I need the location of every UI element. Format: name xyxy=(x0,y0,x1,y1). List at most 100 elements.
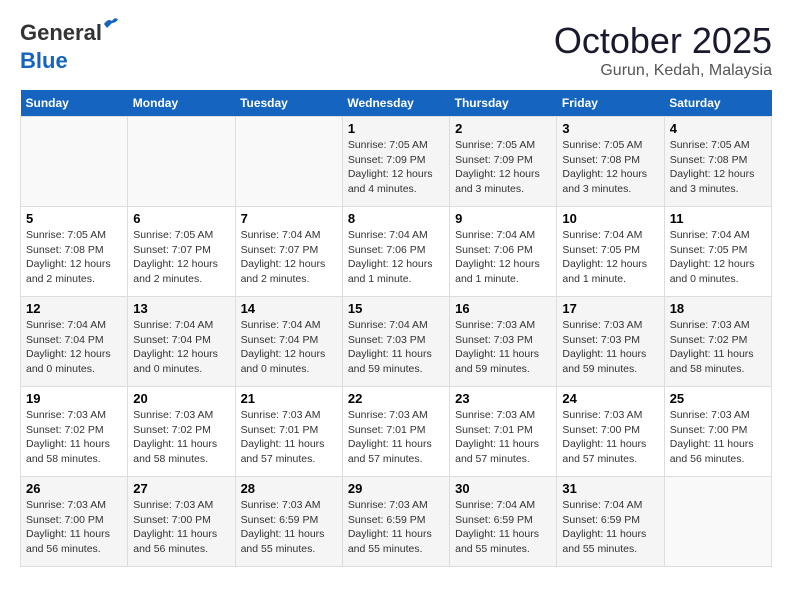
cell-content: Sunrise: 7:04 AMSunset: 7:04 PMDaylight:… xyxy=(133,318,229,377)
cell-content: Sunrise: 7:04 AMSunset: 7:07 PMDaylight:… xyxy=(241,228,337,287)
calendar-cell: 18 Sunrise: 7:03 AMSunset: 7:02 PMDayligh… xyxy=(664,297,771,387)
calendar-cell: 1 Sunrise: 7:05 AMSunset: 7:09 PMDaylight… xyxy=(342,117,449,207)
calendar-cell: 14 Sunrise: 7:04 AMSunset: 7:04 PMDayligh… xyxy=(235,297,342,387)
calendar-cell: 16 Sunrise: 7:03 AMSunset: 7:03 PMDayligh… xyxy=(450,297,557,387)
calendar-cell: 15 Sunrise: 7:04 AMSunset: 7:03 PMDayligh… xyxy=(342,297,449,387)
cell-content: Sunrise: 7:05 AMSunset: 7:08 PMDaylight:… xyxy=(562,138,658,197)
cell-content: Sunrise: 7:04 AMSunset: 7:05 PMDaylight:… xyxy=(670,228,766,287)
cell-content: Sunrise: 7:05 AMSunset: 7:08 PMDaylight:… xyxy=(670,138,766,197)
day-number: 1 xyxy=(348,121,444,136)
calendar-cell: 28 Sunrise: 7:03 AMSunset: 6:59 PMDayligh… xyxy=(235,477,342,567)
cell-content: Sunrise: 7:03 AMSunset: 7:01 PMDaylight:… xyxy=(348,408,444,467)
location-title: Gurun, Kedah, Malaysia xyxy=(554,62,772,80)
cell-content: Sunrise: 7:03 AMSunset: 7:00 PMDaylight:… xyxy=(562,408,658,467)
logo-blue-text: Blue xyxy=(20,48,68,73)
cell-content: Sunrise: 7:03 AMSunset: 7:01 PMDaylight:… xyxy=(455,408,551,467)
cell-content: Sunrise: 7:04 AMSunset: 6:59 PMDaylight:… xyxy=(455,498,551,557)
calendar-week-row: 26Sunrise: 7:03 AMSunset: 7:00 PMDayligh… xyxy=(21,477,772,567)
calendar-week-row: 5 Sunrise: 7:05 AMSunset: 7:08 PMDaylight… xyxy=(21,207,772,297)
calendar-cell xyxy=(21,117,128,207)
month-title: October 2025 xyxy=(554,20,772,62)
calendar-cell: 9 Sunrise: 7:04 AMSunset: 7:06 PMDaylight… xyxy=(450,207,557,297)
day-number: 24 xyxy=(562,391,658,406)
day-number: 5 xyxy=(26,211,122,226)
day-number: 25 xyxy=(670,391,766,406)
day-number: 11 xyxy=(670,211,766,226)
calendar-cell: 12Sunrise: 7:04 AMSunset: 7:04 PMDayligh… xyxy=(21,297,128,387)
cell-content: Sunrise: 7:03 AMSunset: 6:59 PMDaylight:… xyxy=(241,498,337,557)
day-number: 27 xyxy=(133,481,229,496)
calendar-cell: 4 Sunrise: 7:05 AMSunset: 7:08 PMDaylight… xyxy=(664,117,771,207)
calendar-cell: 3Sunrise: 7:05 AMSunset: 7:08 PMDaylight… xyxy=(557,117,664,207)
cell-content: Sunrise: 7:04 AMSunset: 7:04 PMDaylight:… xyxy=(241,318,337,377)
calendar-cell: 5 Sunrise: 7:05 AMSunset: 7:08 PMDaylight… xyxy=(21,207,128,297)
day-number: 20 xyxy=(133,391,229,406)
day-number: 8 xyxy=(348,211,444,226)
calendar-cell: 25 Sunrise: 7:03 AMSunset: 7:00 PMDayligh… xyxy=(664,387,771,477)
logo-general-text: General xyxy=(20,20,102,45)
cell-content: Sunrise: 7:03 AMSunset: 7:02 PMDaylight:… xyxy=(26,408,122,467)
day-number: 28 xyxy=(241,481,337,496)
calendar-cell: 30 Sunrise: 7:04 AMSunset: 6:59 PMDayligh… xyxy=(450,477,557,567)
day-number: 14 xyxy=(241,301,337,316)
cell-content: Sunrise: 7:03 AMSunset: 7:00 PMDaylight:… xyxy=(133,498,229,557)
cell-content: Sunrise: 7:03 AMSunset: 7:03 PMDaylight:… xyxy=(562,318,658,377)
calendar-cell: 17Sunrise: 7:03 AMSunset: 7:03 PMDayligh… xyxy=(557,297,664,387)
logo-bird-icon xyxy=(102,16,120,30)
day-number: 16 xyxy=(455,301,551,316)
calendar-cell: 22 Sunrise: 7:03 AMSunset: 7:01 PMDayligh… xyxy=(342,387,449,477)
calendar-cell: 7 Sunrise: 7:04 AMSunset: 7:07 PMDaylight… xyxy=(235,207,342,297)
cell-content: Sunrise: 7:04 AMSunset: 7:03 PMDaylight:… xyxy=(348,318,444,377)
day-number: 12 xyxy=(26,301,122,316)
day-number: 15 xyxy=(348,301,444,316)
day-number: 31 xyxy=(562,481,658,496)
cell-content: Sunrise: 7:04 AMSunset: 7:06 PMDaylight:… xyxy=(348,228,444,287)
day-number: 30 xyxy=(455,481,551,496)
cell-content: Sunrise: 7:05 AMSunset: 7:09 PMDaylight:… xyxy=(348,138,444,197)
calendar-cell xyxy=(664,477,771,567)
calendar-cell xyxy=(235,117,342,207)
day-number: 2 xyxy=(455,121,551,136)
calendar-cell: 29Sunrise: 7:03 AMSunset: 6:59 PMDayligh… xyxy=(342,477,449,567)
day-number: 13 xyxy=(133,301,229,316)
calendar-cell: 8 Sunrise: 7:04 AMSunset: 7:06 PMDaylight… xyxy=(342,207,449,297)
calendar-cell: 26Sunrise: 7:03 AMSunset: 7:00 PMDayligh… xyxy=(21,477,128,567)
cell-content: Sunrise: 7:05 AMSunset: 7:07 PMDaylight:… xyxy=(133,228,229,287)
cell-content: Sunrise: 7:03 AMSunset: 7:00 PMDaylight:… xyxy=(26,498,122,557)
header: General Blue October 2025 Gurun, Kedah, … xyxy=(20,20,772,80)
calendar-week-row: 1 Sunrise: 7:05 AMSunset: 7:09 PMDaylight… xyxy=(21,117,772,207)
day-header-saturday: Saturday xyxy=(664,90,771,117)
day-header-tuesday: Tuesday xyxy=(235,90,342,117)
day-number: 9 xyxy=(455,211,551,226)
calendar-cell: 13 Sunrise: 7:04 AMSunset: 7:04 PMDayligh… xyxy=(128,297,235,387)
calendar-cell: 6 Sunrise: 7:05 AMSunset: 7:07 PMDaylight… xyxy=(128,207,235,297)
calendar-cell: 27 Sunrise: 7:03 AMSunset: 7:00 PMDayligh… xyxy=(128,477,235,567)
day-number: 18 xyxy=(670,301,766,316)
cell-content: Sunrise: 7:04 AMSunset: 7:05 PMDaylight:… xyxy=(562,228,658,287)
calendar-cell: 21Sunrise: 7:03 AMSunset: 7:01 PMDayligh… xyxy=(235,387,342,477)
cell-content: Sunrise: 7:04 AMSunset: 6:59 PMDaylight:… xyxy=(562,498,658,557)
calendar-cell xyxy=(128,117,235,207)
logo: General Blue xyxy=(20,20,102,74)
calendar-week-row: 12 Sunrise: 7:04 AMSunset: 7:04 PMDayligh… xyxy=(21,297,772,387)
day-header-friday: Friday xyxy=(557,90,664,117)
day-number: 4 xyxy=(670,121,766,136)
cell-content: Sunrise: 7:03 AMSunset: 7:00 PMDaylight:… xyxy=(670,408,766,467)
day-number: 7 xyxy=(241,211,337,226)
cell-content: Sunrise: 7:04 AMSunset: 7:06 PMDaylight:… xyxy=(455,228,551,287)
cell-content: Sunrise: 7:05 AMSunset: 7:08 PMDaylight:… xyxy=(26,228,122,287)
day-number: 6 xyxy=(133,211,229,226)
day-header-wednesday: Wednesday xyxy=(342,90,449,117)
calendar-cell: 2Sunrise: 7:05 AMSunset: 7:09 PMDaylight… xyxy=(450,117,557,207)
day-number: 23 xyxy=(455,391,551,406)
calendar-header-row: SundayMondayTuesdayWednesdayThursdayFrid… xyxy=(21,90,772,117)
day-header-monday: Monday xyxy=(128,90,235,117)
calendar-cell: 23 Sunrise: 7:03 AMSunset: 7:01 PMDayligh… xyxy=(450,387,557,477)
cell-content: Sunrise: 7:03 AMSunset: 7:02 PMDaylight:… xyxy=(670,318,766,377)
cell-content: Sunrise: 7:03 AMSunset: 7:03 PMDaylight:… xyxy=(455,318,551,377)
day-number: 22 xyxy=(348,391,444,406)
calendar-cell: 31 Sunrise: 7:04 AMSunset: 6:59 PMDayligh… xyxy=(557,477,664,567)
cell-content: Sunrise: 7:03 AMSunset: 6:59 PMDaylight:… xyxy=(348,498,444,557)
day-number: 10 xyxy=(562,211,658,226)
calendar-cell: 11 Sunrise: 7:04 AMSunset: 7:05 PMDayligh… xyxy=(664,207,771,297)
